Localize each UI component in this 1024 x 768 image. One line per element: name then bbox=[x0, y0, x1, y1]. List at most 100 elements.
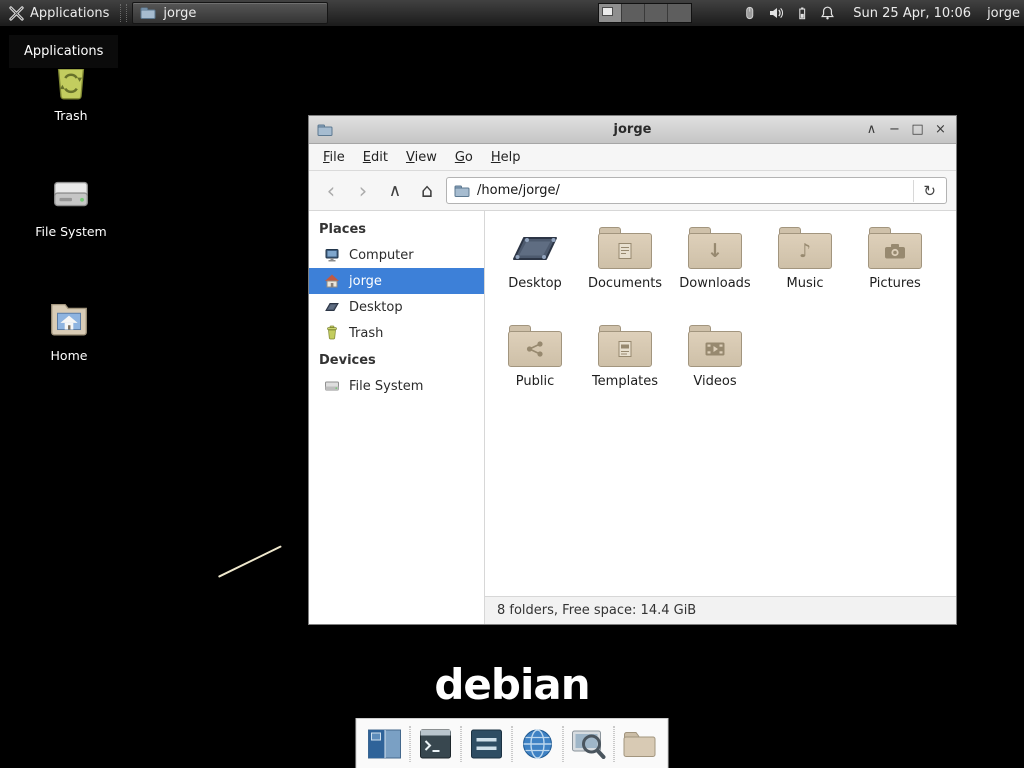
file-item-label: Templates bbox=[592, 374, 658, 389]
file-manager-icon bbox=[140, 5, 156, 21]
forward-button[interactable]: › bbox=[350, 178, 376, 204]
notification-bell-tray-icon[interactable] bbox=[820, 5, 835, 21]
menu-view[interactable]: View bbox=[397, 146, 446, 169]
dock-item-terminal[interactable] bbox=[413, 722, 459, 766]
dock-item-workspaces[interactable] bbox=[362, 722, 408, 766]
clock[interactable]: Sun 25 Apr, 10:06 bbox=[853, 6, 971, 21]
window-title: jorge bbox=[309, 122, 956, 137]
file-item-public[interactable]: Public bbox=[490, 323, 580, 421]
terminal-icon bbox=[420, 729, 452, 759]
file-manager-window: jorge ∧ − □ × File Edit View Go Help ‹ ›… bbox=[308, 115, 957, 625]
dock-separator bbox=[614, 726, 615, 762]
file-item-desktop[interactable]: Desktop bbox=[490, 225, 580, 323]
sidebar-item-trash[interactable]: Trash bbox=[309, 320, 484, 346]
reload-button[interactable]: ↻ bbox=[913, 180, 939, 202]
sidebar-item-file-system[interactable]: File System bbox=[309, 373, 484, 399]
workspace-switcher[interactable] bbox=[598, 3, 692, 23]
desktop-artifact-line bbox=[218, 545, 282, 577]
location-bar[interactable]: /home/jorge/ ↻ bbox=[446, 177, 947, 204]
workspace-2[interactable] bbox=[622, 4, 645, 22]
desktop-icon bbox=[324, 299, 340, 315]
system-tray bbox=[742, 5, 835, 21]
menu-edit[interactable]: Edit bbox=[354, 146, 397, 169]
dock-separator bbox=[512, 726, 513, 762]
sidebar-item-desktop[interactable]: Desktop bbox=[309, 294, 484, 320]
folder-pictures-icon bbox=[868, 227, 922, 269]
file-item-templates[interactable]: Templates bbox=[580, 323, 670, 421]
file-item-documents[interactable]: Documents bbox=[580, 225, 670, 323]
applications-label: Applications bbox=[30, 6, 109, 21]
panel-user-menu[interactable]: jorge bbox=[987, 6, 1020, 21]
sidebar-item-label: Desktop bbox=[349, 300, 403, 315]
file-item-label: Videos bbox=[693, 374, 736, 389]
file-item-label: Pictures bbox=[869, 276, 920, 291]
applications-button[interactable]: Applications bbox=[0, 0, 118, 26]
workspace-1[interactable] bbox=[599, 4, 622, 22]
film-emblem-icon bbox=[705, 342, 726, 357]
close-button[interactable]: × bbox=[933, 116, 948, 144]
battery-tray-icon[interactable] bbox=[795, 5, 809, 21]
shade-button[interactable]: ∧ bbox=[864, 116, 879, 144]
sidebar-item-label: Trash bbox=[349, 326, 383, 341]
panel-handle[interactable] bbox=[120, 4, 127, 22]
camera-emblem-icon bbox=[884, 243, 906, 260]
finder-icon bbox=[572, 729, 606, 759]
desktop-icon-label: Trash bbox=[28, 108, 114, 123]
taskbar-item-jorge[interactable]: jorge bbox=[132, 2, 328, 24]
dock-item-file-manager[interactable] bbox=[617, 722, 663, 766]
folder-music-icon: ♪ bbox=[778, 227, 832, 269]
desktop-icon bbox=[508, 225, 562, 269]
folder-icon bbox=[623, 730, 657, 758]
statusbar: 8 folders, Free space: 14.4 GiB bbox=[485, 596, 956, 624]
desktop-icon-file-system[interactable]: File System bbox=[28, 172, 114, 239]
file-item-label: Downloads bbox=[679, 276, 750, 291]
file-list[interactable]: Desktop Documents ↓ bbox=[485, 211, 956, 596]
maximize-button[interactable]: □ bbox=[910, 116, 925, 144]
folder-public-icon bbox=[508, 325, 562, 367]
folder-documents-icon bbox=[598, 227, 652, 269]
input-device-tray-icon[interactable] bbox=[742, 5, 757, 21]
sidebar-places-header: Places bbox=[309, 215, 484, 242]
dock-item-web-browser[interactable] bbox=[515, 722, 561, 766]
file-item-pictures[interactable]: Pictures bbox=[850, 225, 940, 323]
home-folder-icon bbox=[26, 296, 112, 342]
desktop-icon-home[interactable]: Home bbox=[26, 296, 112, 363]
menubar: File Edit View Go Help bbox=[309, 144, 956, 171]
file-item-music[interactable]: ♪ Music bbox=[760, 225, 850, 323]
up-button[interactable]: ∧ bbox=[382, 178, 408, 204]
applications-tooltip: Applications bbox=[8, 34, 119, 69]
sidebar-item-computer[interactable]: Computer bbox=[309, 242, 484, 268]
menu-go[interactable]: Go bbox=[446, 146, 482, 169]
taskbar-item-label: jorge bbox=[163, 6, 196, 21]
toolbar: ‹ › ∧ ⌂ /home/jorge/ ↻ bbox=[309, 171, 956, 211]
sidebar-item-jorge[interactable]: jorge bbox=[309, 268, 484, 294]
file-item-label: Public bbox=[516, 374, 554, 389]
download-arrow-emblem-icon: ↓ bbox=[707, 240, 723, 262]
workspace-4[interactable] bbox=[668, 4, 691, 22]
titlebar[interactable]: jorge ∧ − □ × bbox=[309, 116, 956, 144]
dock-item-app-finder[interactable] bbox=[566, 722, 612, 766]
dock-item-window-list[interactable] bbox=[464, 722, 510, 766]
debian-logo: debian bbox=[434, 660, 589, 709]
file-item-videos[interactable]: Videos bbox=[670, 323, 760, 421]
dock-separator bbox=[461, 726, 462, 762]
drive-icon bbox=[28, 172, 114, 218]
file-item-downloads[interactable]: ↓ Downloads bbox=[670, 225, 760, 323]
file-item-label: Documents bbox=[588, 276, 662, 291]
document-emblem-icon bbox=[618, 243, 632, 260]
trash-icon bbox=[324, 325, 340, 341]
minimize-button[interactable]: − bbox=[887, 116, 902, 144]
folder-videos-icon bbox=[688, 325, 742, 367]
menu-file[interactable]: File bbox=[314, 146, 354, 169]
home-icon bbox=[324, 273, 340, 289]
back-button[interactable]: ‹ bbox=[318, 178, 344, 204]
workspace-3[interactable] bbox=[645, 4, 668, 22]
template-emblem-icon bbox=[618, 341, 632, 358]
music-note-emblem-icon: ♪ bbox=[799, 240, 811, 262]
menu-help[interactable]: Help bbox=[482, 146, 530, 169]
folder-templates-icon bbox=[598, 325, 652, 367]
home-button[interactable]: ⌂ bbox=[414, 178, 440, 204]
top-panel: Applications jorge bbox=[0, 0, 1024, 26]
computer-icon bbox=[324, 247, 340, 263]
volume-tray-icon[interactable] bbox=[768, 5, 784, 21]
